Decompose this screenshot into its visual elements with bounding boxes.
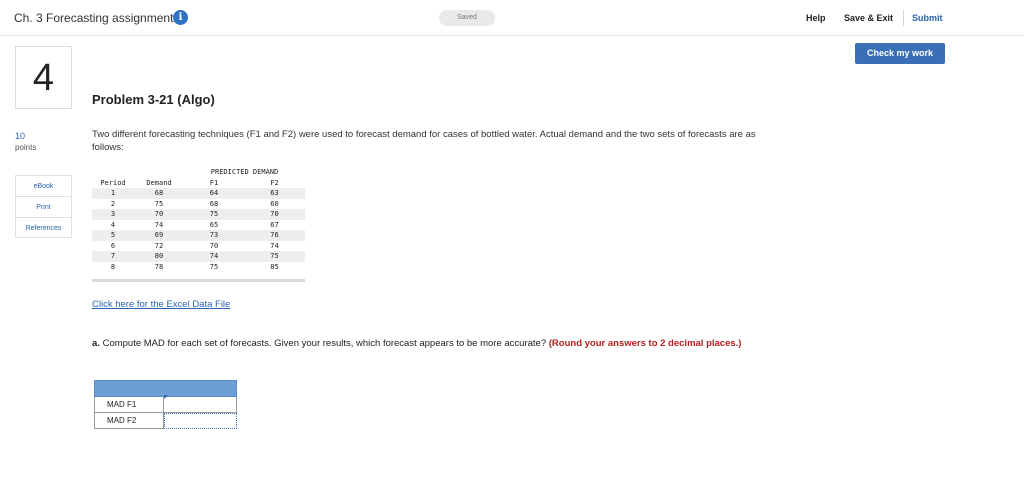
check-my-work-button[interactable]: Check my work xyxy=(855,43,945,64)
mad-f2-input[interactable] xyxy=(164,413,237,429)
problem-title: Problem 3-21 (Algo) xyxy=(92,92,215,107)
table-group-header-row: PREDICTED DEMAND xyxy=(92,167,305,178)
table-cell: 5 xyxy=(92,230,134,241)
assignment-title: Ch. 3 Forecasting assignments xyxy=(14,11,180,25)
table-footer-bar xyxy=(92,279,305,282)
column-header: F1 xyxy=(209,178,219,187)
ebook-button[interactable]: eBook xyxy=(15,175,72,196)
table-cell: 68 xyxy=(134,188,184,199)
saved-status-badge: Saved xyxy=(439,10,495,26)
table-cell: 1 xyxy=(92,188,134,199)
table-cell: 6 xyxy=(110,241,116,250)
rounding-instruction: (Round your answers to 2 decimal places.… xyxy=(548,338,742,349)
question-number: 4 xyxy=(15,46,72,109)
help-link[interactable]: Help xyxy=(806,13,826,23)
table-cell: 73 xyxy=(184,230,244,241)
table-row: 5 69 73 76 xyxy=(92,230,305,241)
table-cell: 2 xyxy=(110,199,116,208)
mad-f2-label: MAD F2 xyxy=(94,413,164,429)
problem-prompt: Two different forecasting techniques (F1… xyxy=(92,129,756,153)
table-cell: 75 xyxy=(244,251,305,262)
table-cell: 75 xyxy=(209,262,219,271)
table-cell: 85 xyxy=(270,262,279,271)
table-cell: 74 xyxy=(154,220,164,229)
table-row: 8 78 75 85 xyxy=(92,262,305,273)
table-cell: 70 xyxy=(134,209,184,220)
info-icon[interactable]: i xyxy=(173,10,188,25)
answer-row-mad-f2: MAD F2 xyxy=(94,413,237,429)
table-cell: 76 xyxy=(244,230,305,241)
resource-buttons: eBook Print References xyxy=(15,175,72,238)
column-header: Demand xyxy=(146,178,172,187)
table-cell: 75 xyxy=(154,199,164,208)
table-cell: 72 xyxy=(154,241,164,250)
table-cell: 70 xyxy=(209,241,219,250)
table-row: 7 80 74 75 xyxy=(92,251,305,262)
table-cell: 64 xyxy=(184,188,244,199)
active-cell-marker xyxy=(164,395,169,399)
answer-row-mad-f1: MAD F1 xyxy=(94,395,237,413)
table-row: 1 68 64 63 xyxy=(92,188,305,199)
table-row: 2 75 68 60 xyxy=(92,199,305,210)
column-header: F2 xyxy=(270,178,279,187)
part-a-question: a. Compute MAD for each set of forecasts… xyxy=(92,337,772,350)
table-cell: 70 xyxy=(244,209,305,220)
table-cell: 7 xyxy=(92,251,134,262)
table-cell: 78 xyxy=(154,262,164,271)
part-a-label: a. xyxy=(92,338,100,349)
mad-f1-input[interactable] xyxy=(164,395,237,413)
print-button[interactable]: Print xyxy=(15,196,72,217)
part-a-text: Compute MAD for each set of forecasts. G… xyxy=(99,338,549,349)
table-cell: 74 xyxy=(270,241,279,250)
table-cell: 8 xyxy=(110,262,116,271)
table-row: 6 72 70 74 xyxy=(92,241,305,252)
table-cell: 60 xyxy=(270,199,279,208)
demand-data-table: PREDICTED DEMAND Period Demand F1 F2 1 6… xyxy=(92,167,305,272)
points-value: 10 xyxy=(15,131,26,141)
table-row: 3 70 75 70 xyxy=(92,209,305,220)
table-cell: 67 xyxy=(270,220,279,229)
references-button[interactable]: References xyxy=(15,217,72,238)
header-divider xyxy=(903,10,904,26)
table-cell: 68 xyxy=(209,199,219,208)
table-row: 4 74 65 67 xyxy=(92,220,305,231)
table-cell: 80 xyxy=(134,251,184,262)
table-cell: 4 xyxy=(110,220,116,229)
table-cell: 3 xyxy=(92,209,134,220)
table-cell: 65 xyxy=(209,220,219,229)
submit-link[interactable]: Submit xyxy=(912,13,943,23)
points-label: points xyxy=(15,143,37,152)
table-header-row: Period Demand F1 F2 xyxy=(92,178,305,189)
table-cell: 63 xyxy=(244,188,305,199)
table-cell: 69 xyxy=(134,230,184,241)
excel-data-file-link[interactable]: Click here for the Excel Data File xyxy=(92,299,230,310)
predicted-demand-header: PREDICTED DEMAND xyxy=(210,168,279,177)
table-cell: 75 xyxy=(184,209,244,220)
table-cell: 74 xyxy=(184,251,244,262)
column-header: Period xyxy=(100,178,126,187)
mad-f1-label: MAD F1 xyxy=(94,397,164,413)
save-exit-link[interactable]: Save & Exit xyxy=(844,13,893,23)
mad-answer-table: MAD F1 MAD F2 xyxy=(94,380,237,429)
top-bar: Ch. 3 Forecasting assignments i Saved He… xyxy=(0,0,1024,36)
